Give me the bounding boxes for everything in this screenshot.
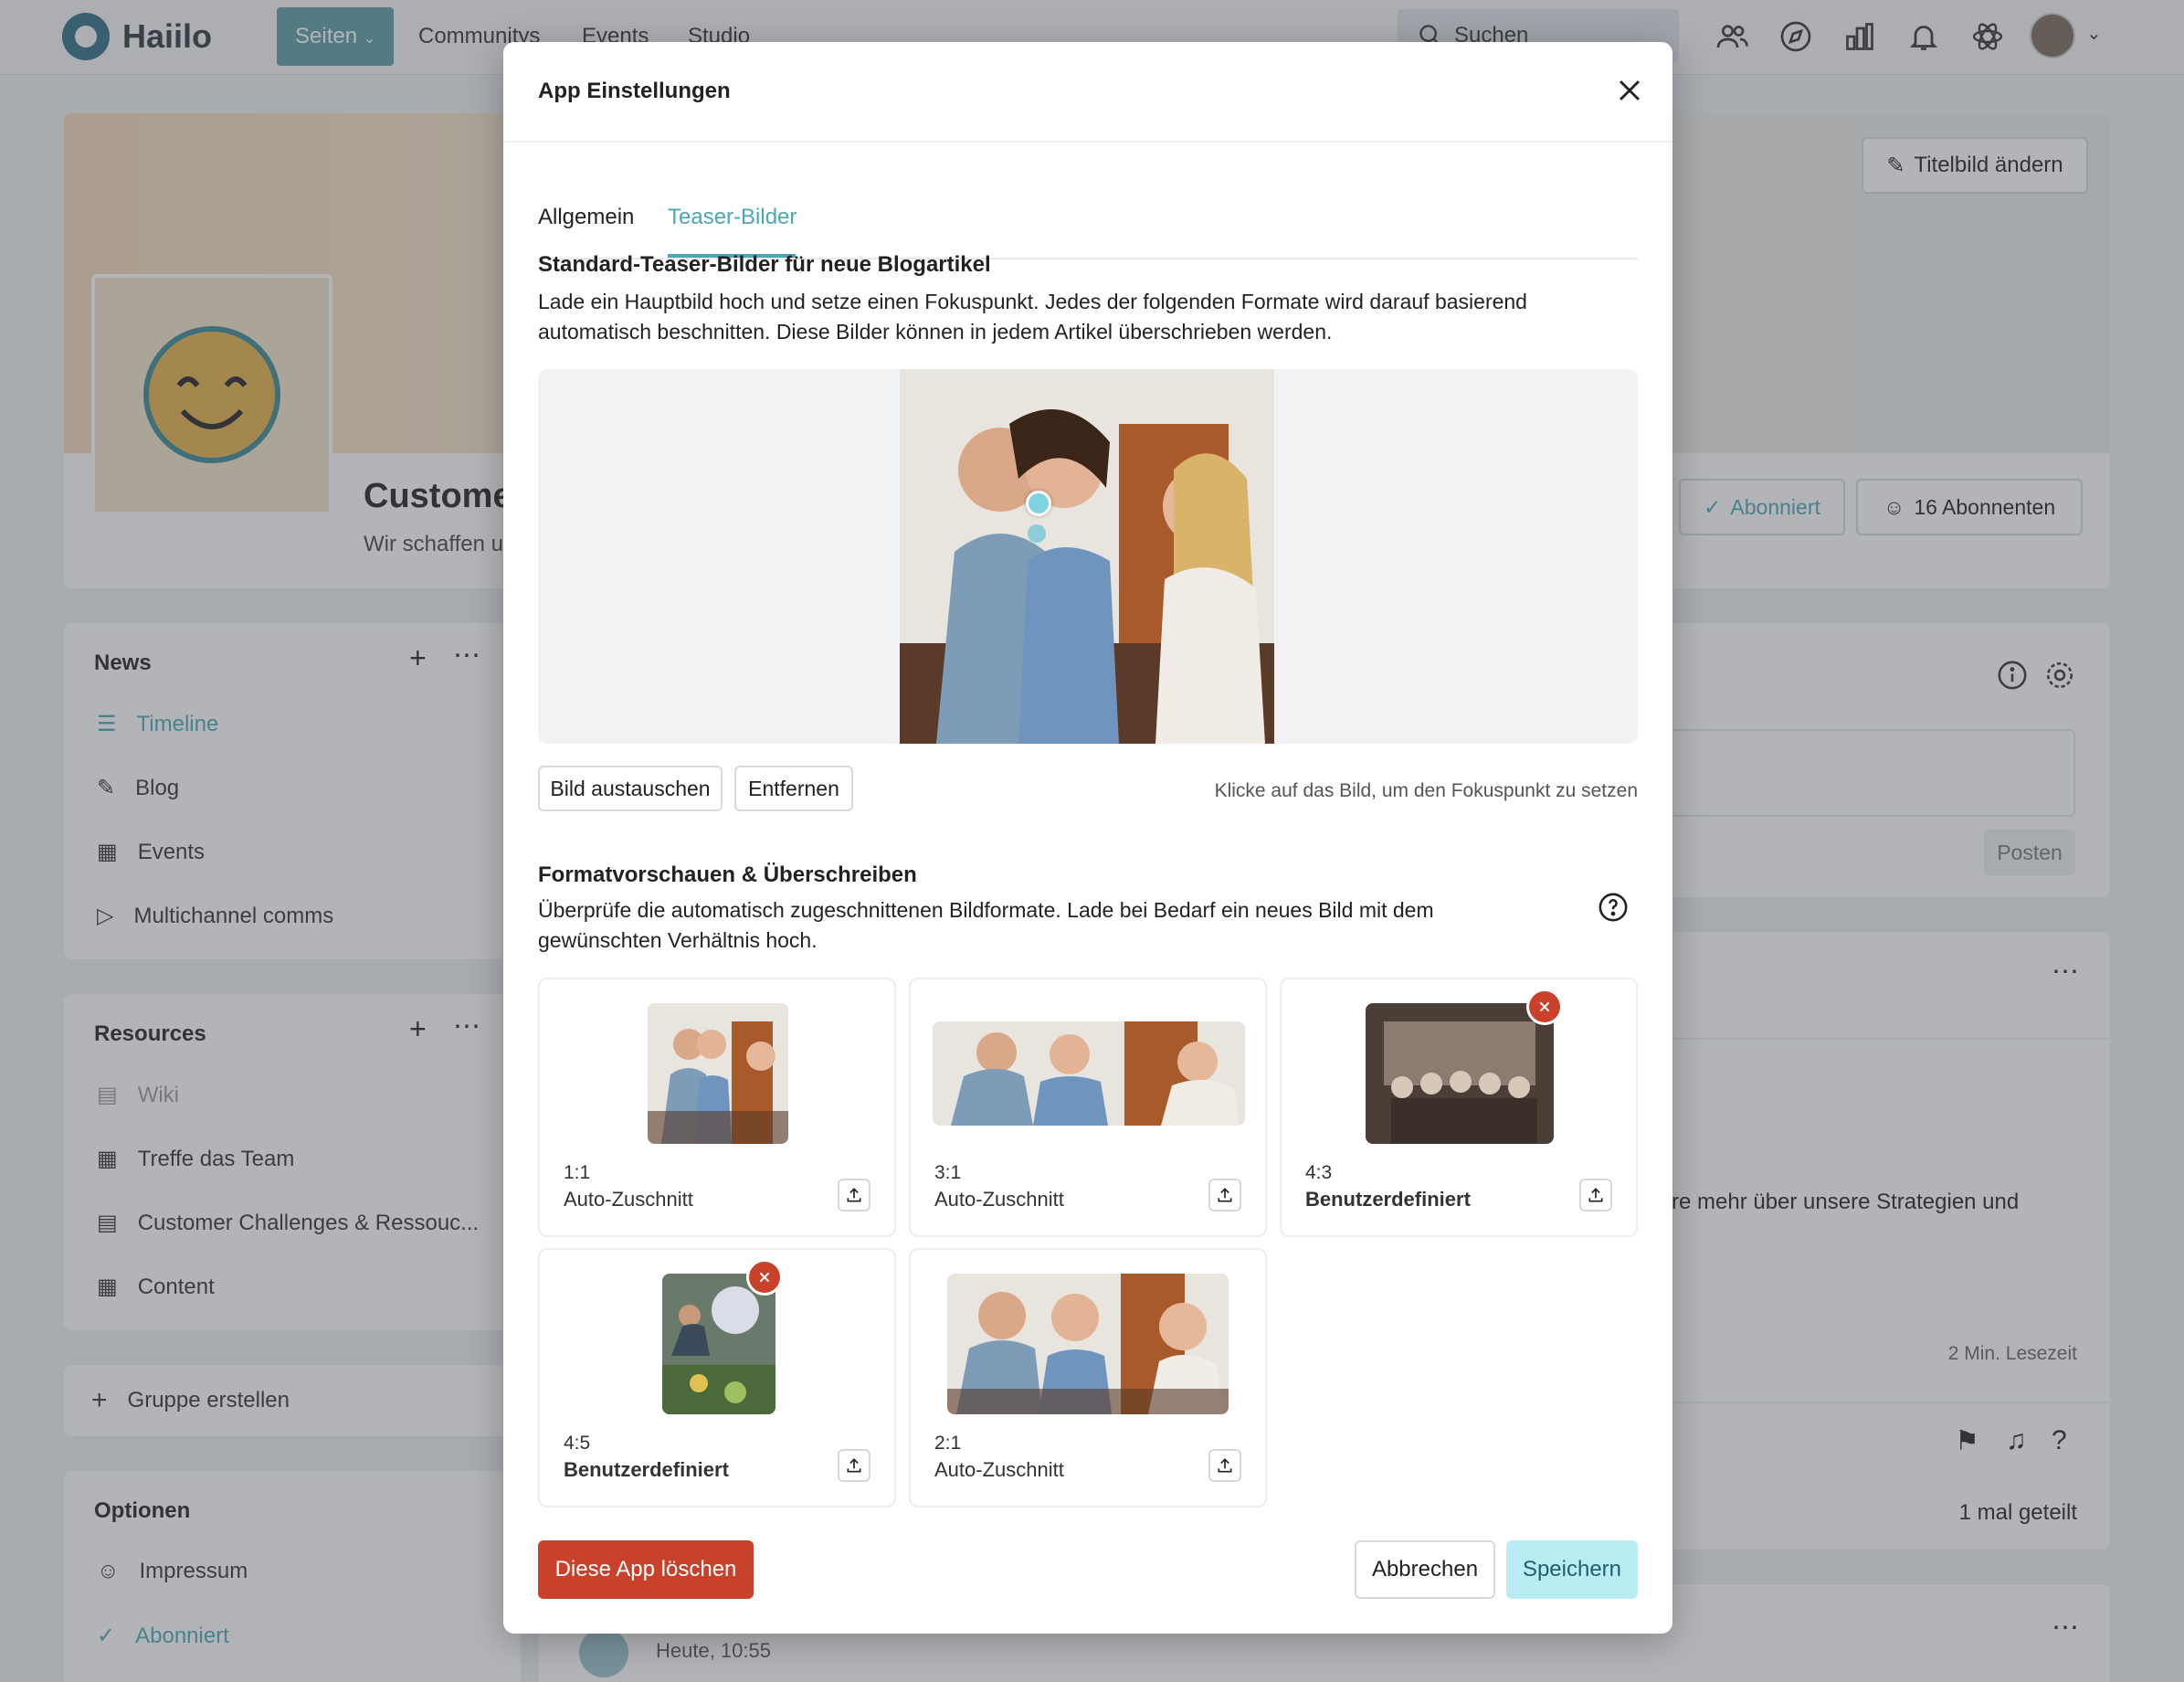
format-mode: Benutzerdefiniert [564, 1458, 729, 1481]
upload-button[interactable] [1208, 1179, 1241, 1211]
photo-group-icon [1366, 1003, 1554, 1144]
focus-point-marker[interactable] [1026, 491, 1051, 516]
format-mode: Benutzerdefiniert [1305, 1188, 1471, 1211]
save-button[interactable]: Speichern [1506, 1540, 1638, 1599]
format-mode: Auto-Zuschnitt [934, 1188, 1064, 1211]
format-card-1-1: 1:1 Auto-Zuschnitt [538, 978, 896, 1237]
section-formats-description: Überprüfe die automatisch zugeschnittene… [538, 898, 1434, 952]
replace-image-button[interactable]: Bild austauschen [538, 766, 723, 811]
app-settings-modal: App Einstellungen Allgemein Teaser-Bilde… [503, 42, 1672, 1634]
photo-people-icon [900, 369, 1274, 744]
format-ratio: 3:1 [934, 1162, 962, 1183]
format-card-2-1: 2:1 Auto-Zuschnitt [909, 1248, 1267, 1507]
upload-icon [1588, 1188, 1603, 1202]
main-image-dropzone[interactable] [538, 369, 1638, 744]
upload-icon [847, 1458, 861, 1473]
upload-button[interactable] [838, 1179, 870, 1211]
section-teaser-description: Lade ein Hauptbild hoch und setze einen … [538, 290, 1527, 344]
remove-custom-image-button[interactable] [746, 1259, 783, 1296]
format-thumbnail[interactable] [648, 1003, 788, 1144]
format-ratio: 4:3 [1305, 1162, 1333, 1183]
upload-icon [1218, 1188, 1232, 1202]
format-mode: Auto-Zuschnitt [564, 1188, 693, 1211]
format-card-3-1: 3:1 Auto-Zuschnitt [909, 978, 1267, 1237]
remove-custom-image-button[interactable] [1526, 989, 1563, 1025]
help-icon[interactable] [1598, 892, 1629, 923]
format-mode: Auto-Zuschnitt [934, 1458, 1064, 1481]
format-thumbnail[interactable] [933, 1021, 1245, 1126]
photo-people-icon [648, 1003, 788, 1144]
upload-icon [1218, 1458, 1232, 1473]
modal-title: App Einstellungen [538, 79, 731, 103]
format-ratio: 2:1 [934, 1433, 962, 1454]
modal-tabs: Allgemein Teaser-Bilder [538, 161, 1638, 259]
section-teaser-title: Standard-Teaser-Bilder für neue Blogarti… [538, 252, 991, 277]
close-icon [1539, 1001, 1550, 1012]
format-ratio: 1:1 [564, 1162, 591, 1183]
modal-header: App Einstellungen [503, 42, 1672, 143]
upload-button[interactable] [838, 1449, 870, 1482]
upload-button[interactable] [1579, 1179, 1612, 1211]
upload-button[interactable] [1208, 1449, 1241, 1482]
photo-people-icon [933, 1021, 1245, 1126]
remove-image-button[interactable]: Entfernen [734, 766, 853, 811]
close-icon[interactable] [1614, 75, 1645, 106]
tab-teaser-bilder[interactable]: Teaser-Bilder [668, 205, 797, 230]
upload-icon [847, 1188, 861, 1202]
format-card-4-5: 4:5 Benutzerdefiniert [538, 1248, 896, 1507]
format-thumbnail[interactable] [1366, 1003, 1554, 1144]
main-teaser-image[interactable] [900, 369, 1274, 744]
close-icon [759, 1272, 770, 1283]
format-ratio: 4:5 [564, 1433, 591, 1454]
delete-app-button[interactable]: Diese App löschen [538, 1540, 754, 1599]
section-formats-title: Formatvorschauen & Überschreiben [538, 862, 917, 887]
format-thumbnail[interactable] [947, 1274, 1229, 1414]
format-card-4-3: 4:3 Benutzerdefiniert [1280, 978, 1638, 1237]
tab-allgemein[interactable]: Allgemein [538, 205, 634, 230]
focus-hint: Klicke auf das Bild, um den Fokuspunkt z… [1214, 780, 1638, 801]
cancel-button[interactable]: Abbrechen [1355, 1540, 1495, 1599]
photo-people-icon [947, 1274, 1229, 1414]
